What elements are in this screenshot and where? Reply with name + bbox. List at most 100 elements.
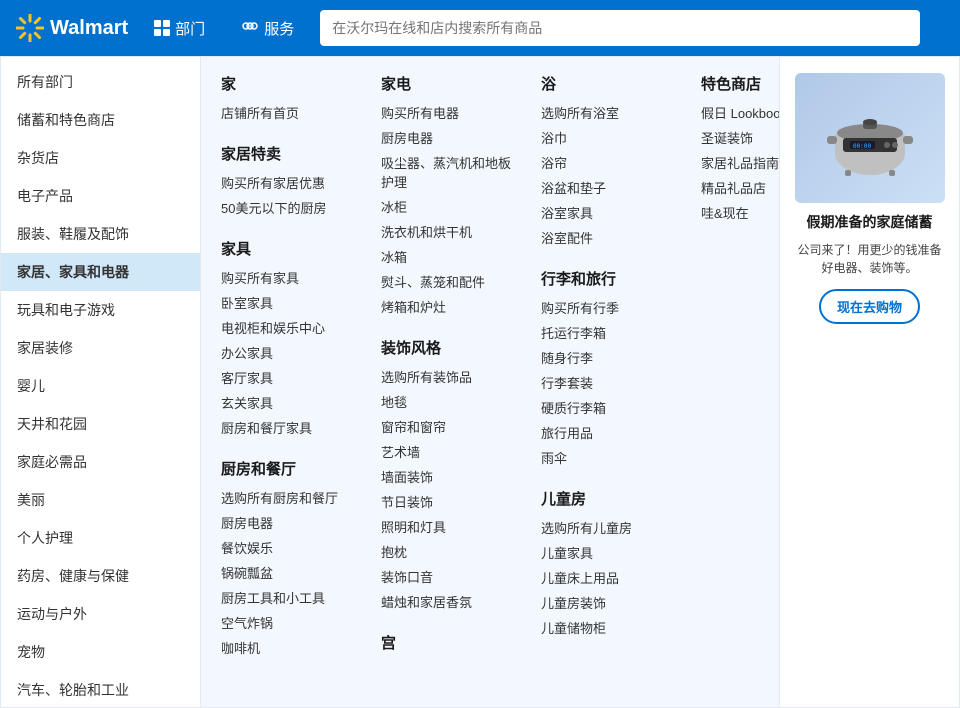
menu-link[interactable]: 儿童房装饰	[541, 590, 681, 615]
menu-link[interactable]: 选购所有厨房和餐厅	[221, 485, 361, 510]
menu-link[interactable]: 购买所有家居优惠	[221, 170, 361, 195]
menu-link[interactable]: 咖啡机	[221, 635, 361, 660]
sidebar-item[interactable]: 药房、健康与保健	[1, 557, 200, 595]
menu-link[interactable]: 电视柜和娱乐中心	[221, 315, 361, 340]
menu-link[interactable]: 厨房电器	[381, 125, 521, 150]
menu-link[interactable]: 冰箱	[381, 244, 521, 269]
menu-link[interactable]: 墙面装饰	[381, 464, 521, 489]
menu-section: 装饰风格选购所有装饰品地毯窗帘和窗帘艺术墙墙面装饰节日装饰照明和灯具抱枕装饰口音…	[381, 337, 521, 614]
search-container	[320, 10, 920, 46]
menu-col-4: 特色商店假日 Lookbook圣诞装饰家居礼品指南精品礼品店哇&现在	[701, 73, 779, 691]
menu-link[interactable]: 精品礼品店	[701, 175, 779, 200]
sidebar-item[interactable]: 家居装修	[1, 329, 200, 367]
menu-link[interactable]: 玄关家具	[221, 390, 361, 415]
menu-section: 特色商店假日 Lookbook圣诞装饰家居礼品指南精品礼品店哇&现在	[701, 73, 779, 225]
menu-link[interactable]: 卧室家具	[221, 290, 361, 315]
menu-link[interactable]: 熨斗、蒸笼和配件	[381, 269, 521, 294]
sidebar-item[interactable]: 电子产品	[1, 177, 200, 215]
menu-section: 家具购买所有家具卧室家具电视柜和娱乐中心办公家具客厅家具玄关家具厨房和餐厅家具	[221, 238, 361, 440]
services-label: 服务	[264, 18, 294, 39]
menu-section-title: 家具	[221, 238, 361, 259]
spark-icon	[16, 14, 44, 42]
menu-columns: 家店铺所有首页家居特卖购买所有家居优惠50美元以下的厨房家具购买所有家具卧室家具…	[201, 57, 779, 707]
menu-link[interactable]: 雨伞	[541, 445, 681, 470]
menu-link[interactable]: 洗衣机和烘干机	[381, 219, 521, 244]
menu-link[interactable]: 艺术墙	[381, 439, 521, 464]
menu-section-title: 家电	[381, 73, 521, 94]
menu-link[interactable]: 浴室家具	[541, 200, 681, 225]
menu-section-title: 特色商店	[701, 73, 779, 94]
menu-link[interactable]: 节日装饰	[381, 489, 521, 514]
sidebar-item[interactable]: 运动与户外	[1, 595, 200, 633]
menu-link[interactable]: 办公家具	[221, 340, 361, 365]
sidebar-item[interactable]: 家居、家具和电器	[1, 253, 200, 291]
menu-link[interactable]: 旅行用品	[541, 420, 681, 445]
menu-link[interactable]: 托运行李箱	[541, 320, 681, 345]
sidebar-item[interactable]: 家庭必需品	[1, 443, 200, 481]
menu-link[interactable]: 随身行李	[541, 345, 681, 370]
menu-link[interactable]: 儿童储物柜	[541, 615, 681, 640]
instant-pot-illustration: 00:00	[825, 98, 915, 178]
menu-link[interactable]: 抱枕	[381, 539, 521, 564]
menu-link[interactable]: 行李套装	[541, 370, 681, 395]
menu-link[interactable]: 厨房电器	[221, 510, 361, 535]
menu-link[interactable]: 家居礼品指南	[701, 150, 779, 175]
menu-link[interactable]: 50美元以下的厨房	[221, 195, 361, 220]
sidebar-item[interactable]: 储蓄和特色商店	[1, 101, 200, 139]
menu-link[interactable]: 冰柜	[381, 194, 521, 219]
promo-image: 00:00	[795, 73, 945, 203]
menu-link[interactable]: 购买所有行季	[541, 295, 681, 320]
menu-link[interactable]: 店铺所有首页	[221, 100, 361, 125]
search-input[interactable]	[320, 10, 920, 46]
menu-link[interactable]: 窗帘和窗帘	[381, 414, 521, 439]
menu-link[interactable]: 客厅家具	[221, 365, 361, 390]
menu-link[interactable]: 硬质行李箱	[541, 395, 681, 420]
menu-link[interactable]: 儿童床上用品	[541, 565, 681, 590]
menu-link[interactable]: 儿童家具	[541, 540, 681, 565]
menu-link[interactable]: 浴盆和垫子	[541, 175, 681, 200]
sidebar-item[interactable]: 美丽	[1, 481, 200, 519]
sidebar-item[interactable]: 婴儿	[1, 367, 200, 405]
menu-link[interactable]: 厨房工具和小工具	[221, 585, 361, 610]
menu-link[interactable]: 购买所有电器	[381, 100, 521, 125]
menu-link[interactable]: 餐饮娱乐	[221, 535, 361, 560]
menu-section-title: 装饰风格	[381, 337, 521, 358]
menu-link[interactable]: 浴室配件	[541, 225, 681, 250]
menu-link[interactable]: 厨房和餐厅家具	[221, 415, 361, 440]
services-icon	[241, 21, 259, 35]
sidebar-item[interactable]: 所有部门	[1, 63, 200, 101]
menu-link[interactable]: 照明和灯具	[381, 514, 521, 539]
sidebar-item[interactable]: 玩具和电子游戏	[1, 291, 200, 329]
menu-link[interactable]: 圣诞装饰	[701, 125, 779, 150]
menu-link[interactable]: 吸尘器、蒸汽机和地板护理	[381, 150, 521, 194]
menu-link[interactable]: 哇&现在	[701, 200, 779, 225]
menu-link[interactable]: 浴帘	[541, 150, 681, 175]
menu-link[interactable]: 选购所有装饰品	[381, 364, 521, 389]
menu-link[interactable]: 烤箱和炉灶	[381, 294, 521, 319]
menu-link[interactable]: 选购所有浴室	[541, 100, 681, 125]
menu-link[interactable]: 地毯	[381, 389, 521, 414]
menu-section: 宫	[381, 632, 521, 653]
menu-link[interactable]: 蜡烛和家居香氛	[381, 589, 521, 614]
menu-section: 家电购买所有电器厨房电器吸尘器、蒸汽机和地板护理冰柜洗衣机和烘干机冰箱熨斗、蒸笼…	[381, 73, 521, 319]
menu-section-title: 行李和旅行	[541, 268, 681, 289]
menu-section-title: 家	[221, 73, 361, 94]
menu-link[interactable]: 选购所有儿童房	[541, 515, 681, 540]
menu-link[interactable]: 假日 Lookbook	[701, 100, 779, 125]
grid-icon	[154, 20, 170, 36]
sidebar-item[interactable]: 个人护理	[1, 519, 200, 557]
services-button[interactable]: 服务	[231, 12, 304, 45]
sidebar-item[interactable]: 杂货店	[1, 139, 200, 177]
menu-section-title: 浴	[541, 73, 681, 94]
menu-link[interactable]: 空气炸锅	[221, 610, 361, 635]
menu-link[interactable]: 浴巾	[541, 125, 681, 150]
menu-link[interactable]: 购买所有家具	[221, 265, 361, 290]
menu-link[interactable]: 锅碗瓢盆	[221, 560, 361, 585]
menu-link[interactable]: 装饰口音	[381, 564, 521, 589]
sidebar-item[interactable]: 服装、鞋履及配饰	[1, 215, 200, 253]
sidebar-item[interactable]: 汽车、轮胎和工业	[1, 671, 200, 707]
sidebar-item[interactable]: 宠物	[1, 633, 200, 671]
departments-button[interactable]: 部门	[144, 12, 215, 45]
sidebar-item[interactable]: 天井和花园	[1, 405, 200, 443]
promo-shop-button[interactable]: 现在去购物	[819, 289, 920, 324]
